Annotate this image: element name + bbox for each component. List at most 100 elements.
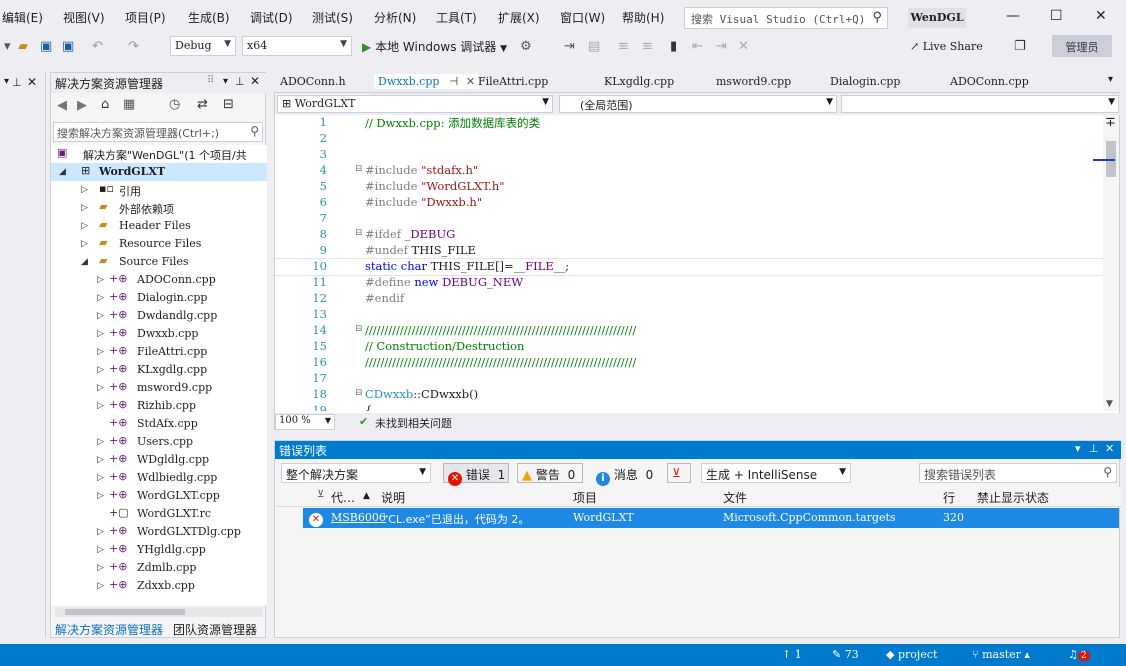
solution-search-input[interactable]: 搜索解决方案资源管理器(Ctrl+;) ⚲ — [53, 122, 263, 142]
build-filter-select[interactable]: 生成 + IntelliSense ▼ — [701, 463, 851, 483]
next-bookmark-icon[interactable]: ⇥ — [716, 39, 727, 54]
error-search-input[interactable]: 搜索错误列表 ⚲ — [919, 463, 1117, 483]
code-area[interactable]: 1// Dwxxb.cpp: 添加数据库表的类 2 3 4 ⊟ #include "std… — [275, 115, 1105, 411]
menu-build[interactable]: 生成(B) — [188, 9, 230, 26]
switch-views-icon[interactable]: ▦ — [123, 97, 135, 112]
error-code-link[interactable]: MSB6006 — [331, 511, 386, 524]
pin-icon[interactable]: ⊥ — [235, 75, 245, 88]
tab-solution-explorer[interactable]: 解决方案资源管理器 — [55, 621, 163, 638]
close-icon[interactable]: ✕ — [1105, 442, 1114, 455]
tab-dialogin-cpp[interactable]: Dialogin.cpp — [826, 74, 904, 89]
issues-status[interactable]: 未找到相关问题 — [375, 415, 452, 431]
menu-help[interactable]: 帮助(H) — [622, 9, 664, 26]
close-icon[interactable]: ✕ — [1095, 8, 1107, 24]
messages-filter-button[interactable]: i 消息 0 — [591, 463, 657, 486]
changes-button[interactable]: ✎ 73 — [832, 648, 859, 661]
dropdown-arrow-icon[interactable]: ▾ — [1075, 442, 1081, 455]
collapse-all-icon[interactable]: ⊟ — [223, 97, 234, 112]
scope-nav-select[interactable]: (全局范围) ▼ — [559, 95, 837, 113]
dropdown-arrow-icon[interactable]: ▾ — [4, 39, 11, 54]
attach-icon[interactable]: ⚙ — [520, 39, 532, 54]
menu-edit[interactable]: 编辑(E) — [2, 9, 43, 26]
tree-file-item[interactable]: ▷ +⊕ Zdmlb.cpp — [51, 559, 267, 577]
scrollbar-thumb[interactable] — [65, 609, 185, 615]
tree-file-item[interactable]: ▷ +⊕ msword9.cpp — [51, 379, 267, 397]
warnings-filter-button[interactable]: ▲ 警告 0 — [517, 463, 583, 483]
col-line[interactable]: 行 — [943, 489, 955, 506]
scope-select[interactable]: 整个解决方案 ▼ — [281, 463, 431, 483]
menu-test[interactable]: 测试(S) — [312, 9, 353, 26]
horizontal-scrollbar[interactable] — [55, 607, 263, 617]
tab-adoconn-h[interactable]: ADOConn.h — [276, 74, 350, 89]
filter-icon[interactable]: ⊻ — [317, 489, 324, 500]
feedback-icon[interactable]: ❐ — [1014, 39, 1026, 54]
tree-file-item[interactable]: ▷ +⊕ KLxgdlg.cpp — [51, 361, 267, 379]
uncomment-icon[interactable]: ≡ — [642, 39, 653, 54]
live-share-button[interactable]: ↗ Live Share — [910, 40, 983, 53]
tree-file-item[interactable]: ▷ +⊕ WordGLXTDlg.cpp — [51, 523, 267, 541]
menu-project[interactable]: 项目(P) — [125, 9, 166, 26]
project-nav-select[interactable]: ⊞ WordGLXT ▼ — [277, 95, 553, 113]
tree-file-item[interactable]: ▷ +⊕ Wdlbiedlg.cpp — [51, 469, 267, 487]
prev-bookmark-icon[interactable]: ⇤ — [692, 39, 703, 54]
dropdown-arrow-icon[interactable]: ▾ — [4, 76, 9, 87]
tree-file-item[interactable]: ▷ +⊕ YHgldlg.cpp — [51, 541, 267, 559]
errors-filter-button[interactable]: ✕ 错误 1 — [443, 463, 509, 486]
menu-analyze[interactable]: 分析(N) — [374, 9, 416, 26]
notifications-button[interactable]: ♫ 2 — [1068, 648, 1090, 661]
menu-debug[interactable]: 调试(D) — [250, 9, 293, 26]
menu-tools[interactable]: 工具(T) — [436, 9, 477, 26]
vertical-scrollbar[interactable]: ∓ ▼ — [1093, 115, 1119, 411]
save-all-icon[interactable]: ▣ — [62, 39, 74, 54]
split-icon[interactable]: ∓ — [1105, 115, 1116, 130]
col-code[interactable]: 代… — [331, 489, 355, 506]
col-suppression[interactable]: 禁止显示状态 — [977, 489, 1049, 506]
dropdown-arrow-icon[interactable]: ▾ — [223, 76, 228, 87]
pin-icon[interactable]: ⊥ — [12, 76, 22, 89]
tree-project[interactable]: ◢ ⊞ WordGLXT — [51, 163, 267, 181]
repository-button[interactable]: ◆ project — [886, 648, 937, 661]
redo-icon[interactable]: ↷ — [128, 39, 139, 54]
tree-file-item[interactable]: ▷ +⊕ Zdxxb.cpp — [51, 577, 267, 595]
tab-overflow-icon[interactable]: ▾ — [1108, 74, 1113, 85]
forward-icon[interactable]: ▶ — [77, 98, 87, 113]
step-icon[interactable]: ⇥ — [564, 39, 575, 54]
pin-icon[interactable]: ⊥ — [1089, 442, 1099, 455]
col-project[interactable]: 项目 — [573, 489, 597, 506]
menu-view[interactable]: 视图(V) — [63, 9, 105, 26]
push-button[interactable]: ↑ 1 — [782, 648, 802, 661]
tree-file-item[interactable]: ▷ +⊕ WordGLXT.cpp — [51, 487, 267, 505]
tree-file-item[interactable]: ▷ +⊕ Dialogin.cpp — [51, 289, 267, 307]
home-icon[interactable]: ⌂ — [101, 97, 109, 112]
tab-adoconn-cpp[interactable]: ADOConn.cpp — [946, 74, 1033, 89]
col-file[interactable]: 文件 — [723, 489, 747, 506]
tab-team-explorer[interactable]: 团队资源管理器 — [173, 621, 257, 638]
error-row[interactable]: ✕ MSB6006 “CL.exe”已退出，代码为 2。 WordGLXT Mi… — [303, 508, 1119, 528]
collapse-region-icon[interactable]: ⊟ — [355, 324, 363, 334]
tree-file-item[interactable]: ▷ +⊕ Dwxxb.cpp — [51, 325, 267, 343]
clear-bookmarks-icon[interactable]: ✕ — [738, 39, 749, 54]
filter-button[interactable]: ⊻ — [667, 463, 691, 483]
tree-file-item[interactable]: +▢ WordGLXT.rc — [51, 505, 267, 523]
tree-file-item[interactable]: +⊕ StdAfx.cpp — [51, 415, 267, 433]
config-select[interactable]: Debug ▼ — [170, 36, 236, 56]
start-debug-button[interactable]: ▶ 本地 Windows 调试器 ▼ — [362, 38, 507, 55]
open-folder-icon[interactable]: ▰ — [18, 39, 28, 54]
comment-icon[interactable]: ≡ — [618, 39, 629, 54]
tab-msword9-cpp[interactable]: msword9.cpp — [712, 74, 795, 89]
col-description[interactable]: 说明 — [381, 489, 405, 506]
sync-icon[interactable]: ⇄ — [197, 97, 208, 112]
tab-fileattri-cpp[interactable]: FileAttri.cpp — [474, 74, 552, 89]
tree-node-source-files[interactable]: ◢ ▰ Source Files — [51, 253, 267, 271]
tree-solution[interactable]: ▣ 解决方案"WenDGL"(1 个项目/共 — [51, 145, 267, 163]
back-icon[interactable]: ◀ — [57, 98, 67, 113]
member-nav-select[interactable]: ▼ — [841, 95, 1119, 113]
tree-node-resource-files[interactable]: ▷ ▰ Resource Files — [51, 235, 267, 253]
tree-file-item[interactable]: ▷ +⊕ WDgldlg.cpp — [51, 451, 267, 469]
tree-node-references[interactable]: ▷ ▪▫ 引用 — [51, 181, 267, 199]
zoom-select[interactable]: 100 % ▼ — [275, 414, 335, 430]
close-icon[interactable]: ✕ — [27, 75, 37, 89]
minimize-icon[interactable]: — — [1006, 8, 1020, 24]
vs-search-input[interactable]: 搜索 Visual Studio (Ctrl+Q) ⚲ — [684, 7, 888, 29]
tree-node-header-files[interactable]: ▷ ▰ Header Files — [51, 217, 267, 235]
